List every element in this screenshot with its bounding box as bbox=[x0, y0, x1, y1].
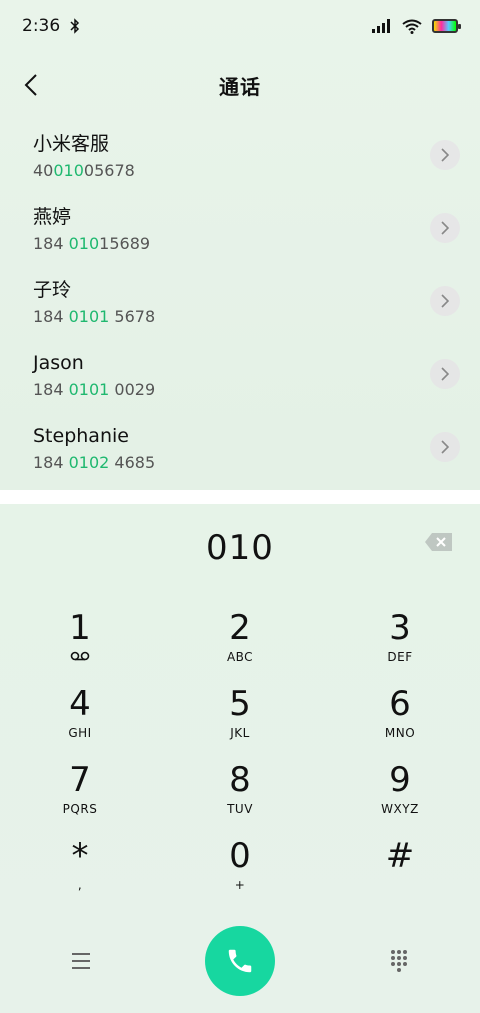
key-9[interactable]: 9 WXYZ bbox=[320, 760, 480, 836]
key-star[interactable]: * , bbox=[0, 836, 160, 912]
key-8[interactable]: 8 TUV bbox=[160, 760, 320, 836]
back-icon bbox=[24, 74, 37, 96]
page-title: 通话 bbox=[219, 74, 261, 99]
wifi-icon bbox=[402, 19, 422, 34]
backspace-icon bbox=[425, 533, 452, 551]
contact-number: 184 0101 5678 bbox=[33, 307, 156, 326]
key-0[interactable]: 0 + bbox=[160, 836, 320, 912]
contact-detail-button[interactable] bbox=[430, 213, 460, 243]
key-2[interactable]: 2 ABC bbox=[160, 608, 320, 684]
contact-name: 子玲 bbox=[33, 279, 72, 301]
phone-icon bbox=[228, 949, 252, 973]
back-button[interactable] bbox=[16, 70, 46, 100]
contact-item[interactable]: 子玲 184 0101 5678 bbox=[0, 268, 480, 341]
header: 通话 bbox=[0, 60, 480, 110]
dialed-number: 010 bbox=[206, 528, 274, 568]
backspace-button[interactable] bbox=[424, 532, 454, 556]
contact-item[interactable]: Stephanie 184 0102 4685 bbox=[0, 414, 480, 487]
contact-number: 4001005678 bbox=[33, 161, 135, 180]
contact-number: 184 0102 4685 bbox=[33, 453, 156, 472]
bluetooth-icon bbox=[70, 18, 80, 34]
status-time: 2:36 bbox=[22, 16, 61, 36]
contact-detail-button[interactable] bbox=[430, 432, 460, 462]
contact-name: Stephanie bbox=[33, 425, 129, 447]
keypad: 1 2 ABC 3 DEF 4 GHI 5 JKL 6 MNO 7 PQRS 8… bbox=[0, 608, 480, 912]
chevron-right-icon bbox=[441, 221, 449, 235]
voicemail-icon bbox=[70, 651, 90, 661]
key-3[interactable]: 3 DEF bbox=[320, 608, 480, 684]
menu-icon bbox=[72, 953, 90, 969]
key-6[interactable]: 6 MNO bbox=[320, 684, 480, 760]
contact-list: 小米客服 4001005678 燕婷 184 01015689 子玲 184 0… bbox=[0, 122, 480, 487]
key-hash[interactable]: # bbox=[320, 836, 480, 912]
contact-detail-button[interactable] bbox=[430, 359, 460, 389]
chevron-right-icon bbox=[441, 440, 449, 454]
contact-item[interactable]: Jason 184 0101 0029 bbox=[0, 341, 480, 414]
chevron-right-icon bbox=[441, 367, 449, 381]
bottom-bar bbox=[0, 926, 480, 996]
key-4[interactable]: 4 GHI bbox=[0, 684, 160, 760]
contact-item[interactable]: 小米客服 4001005678 bbox=[0, 122, 480, 195]
contact-name: Jason bbox=[33, 352, 84, 374]
contact-name: 小米客服 bbox=[33, 133, 110, 155]
signal-icon bbox=[372, 19, 390, 33]
contact-number: 184 0101 0029 bbox=[33, 380, 156, 399]
contact-detail-button[interactable] bbox=[430, 286, 460, 316]
menu-button[interactable] bbox=[66, 946, 96, 976]
key-1[interactable]: 1 bbox=[0, 608, 160, 684]
chevron-right-icon bbox=[441, 148, 449, 162]
call-button[interactable] bbox=[205, 926, 275, 996]
contact-name: 燕婷 bbox=[33, 206, 72, 228]
status-bar: 2:36 bbox=[0, 0, 480, 52]
contact-item[interactable]: 燕婷 184 01015689 bbox=[0, 195, 480, 268]
dialpad-toggle-button[interactable] bbox=[384, 946, 414, 976]
dialpad-icon bbox=[391, 950, 407, 972]
contact-number: 184 01015689 bbox=[33, 234, 151, 253]
chevron-right-icon bbox=[441, 294, 449, 308]
battery-icon bbox=[432, 19, 461, 33]
contact-detail-button[interactable] bbox=[430, 140, 460, 170]
key-7[interactable]: 7 PQRS bbox=[0, 760, 160, 836]
key-5[interactable]: 5 JKL bbox=[160, 684, 320, 760]
